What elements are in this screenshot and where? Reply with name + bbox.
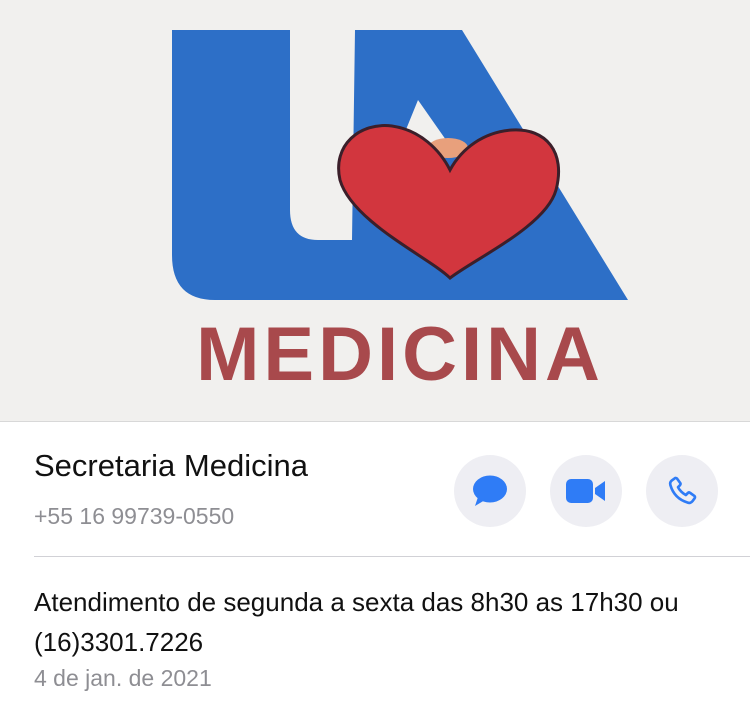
logo-u-shape (172, 30, 318, 300)
about-text: Atendimento de segunda a sexta das 8h30 … (34, 587, 679, 657)
video-call-button[interactable] (550, 455, 622, 527)
voice-call-button[interactable] (646, 455, 718, 527)
profile-photo[interactable]: MEDICINA (0, 0, 750, 421)
contact-phone[interactable]: +55 16 99739-0550 (34, 503, 234, 530)
contact-info-page: MEDICINA Secretaria Medicina +55 16 9973… (0, 0, 750, 707)
photo-divider (0, 421, 750, 422)
video-camera-icon (566, 479, 605, 503)
message-button[interactable] (454, 455, 526, 527)
about-date: 4 de jan. de 2021 (34, 665, 212, 691)
phone-icon (668, 476, 697, 505)
contact-name: Secretaria Medicina (34, 448, 308, 483)
message-bubble-icon (473, 475, 507, 506)
section-divider (34, 556, 750, 557)
logo-caption: MEDICINA (196, 312, 604, 397)
ua-medicina-logo: MEDICINA (172, 30, 628, 397)
